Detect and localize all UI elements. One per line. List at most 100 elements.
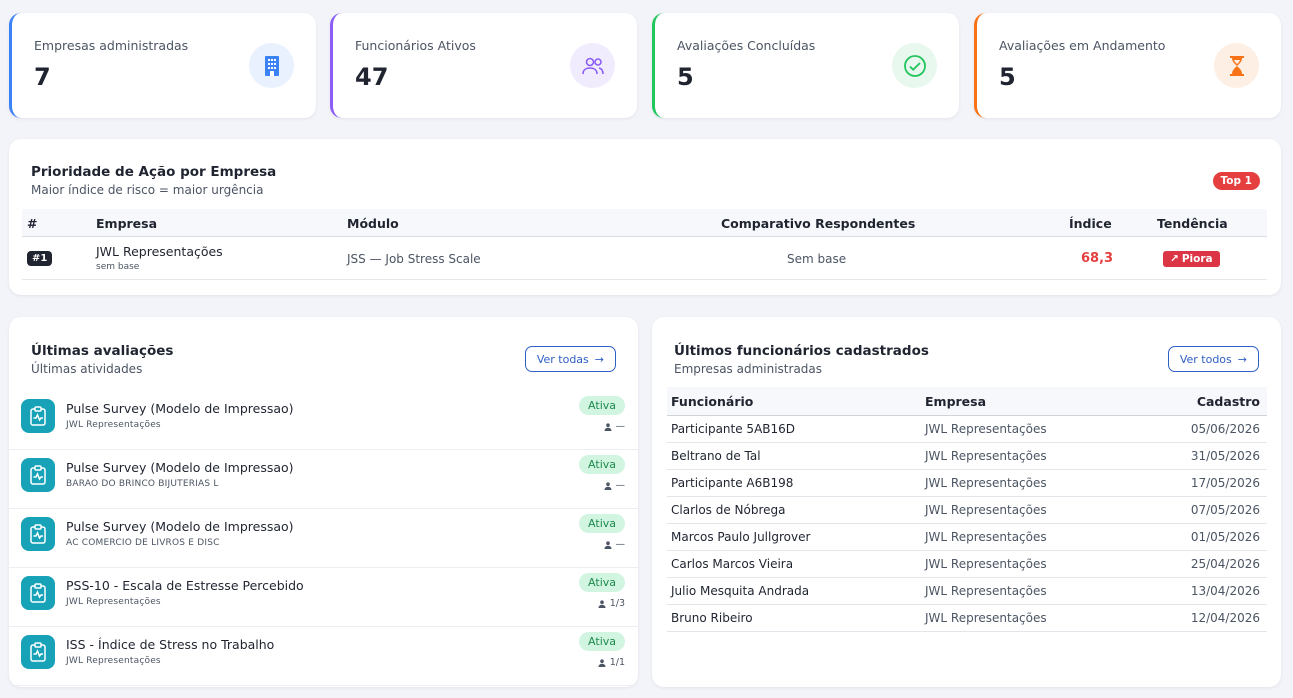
header-comparativo[interactable]: Comparativo Respondentes [721,216,915,231]
evaluation-company: JWL Representações [66,597,161,607]
employee-date: 12/04/2026 [1190,611,1260,625]
evaluation-title: PSS-10 - Escala de Estresse Percebido [66,578,304,593]
arrow-right-icon: → [1237,352,1247,366]
respondent-count: 1/3 [598,598,625,609]
employee-company: JWL Representações [925,449,1047,463]
stat-value: 47 [355,63,389,91]
clipboard-pulse-icon [21,517,55,551]
employee-name: Marcos Paulo Jullgrover [671,530,811,544]
arrow-right-icon: → [594,352,604,366]
card-header: Últimos funcionários cadastrados Empresa… [674,343,929,376]
clipboard-pulse-icon [21,399,55,433]
evaluation-title: Pulse Survey (Modelo de Impressao) [66,401,294,416]
evaluation-company: JWL Representações [66,656,161,666]
evaluation-title: Pulse Survey (Modelo de Impressao) [66,460,294,475]
respondent-count: — [604,421,625,432]
status-badge: Ativa [579,514,625,533]
count-value: — [615,539,626,550]
company-name: JWL Representações [96,244,223,259]
priority-table: # Empresa Módulo Comparativo Respondente… [22,209,1267,280]
employee-name: Bruno Ribeiro [671,611,753,625]
count-value: 1/3 [609,598,625,609]
evaluation-title: ISS - Índice de Stress no Trabalho [66,637,275,652]
evaluation-company: BARAO DO BRINCO BIJUTERIAS L [66,479,219,489]
employee-date: 31/05/2026 [1190,449,1260,463]
card-header: Últimas avaliações Últimas atividades [31,343,173,376]
hourglass-icon [1214,43,1259,88]
table-header: Funcionário Empresa Cadastro [667,387,1267,416]
stat-card-andamento: Avaliações em Andamento 5 [974,13,1281,118]
stat-label: Avaliações em Andamento [999,38,1166,53]
clipboard-pulse-icon [21,635,55,669]
clipboard-pulse-icon [21,458,55,492]
list-item[interactable]: PSS-10 - Escala de Estresse Percebido JWL… [9,568,638,627]
person-icon [604,422,611,431]
comparative: Sem base [787,252,847,266]
header-empresa[interactable]: Empresa [96,216,157,231]
respondent-count: — [604,480,626,491]
table-row[interactable]: Marcos Paulo Jullgrover JWL Representaçõe… [667,524,1267,551]
stat-value: 7 [34,63,51,91]
count-value: — [615,480,626,491]
last-employees-card: Últimos funcionários cadastrados Empresa… [652,317,1281,687]
employee-company: JWL Representações [925,530,1047,544]
header-funcionario[interactable]: Funcionário [671,394,753,409]
table-row[interactable]: Bruno Ribeiro JWL Representações 12/04/202… [667,605,1267,632]
header-modulo[interactable]: Módulo [347,216,399,231]
table-row[interactable]: Carlos Marcos Vieira JWL Representações 25… [667,551,1267,578]
employee-date: 07/05/2026 [1190,503,1260,517]
risk-index: 68,3 [1081,251,1114,266]
clipboard-pulse-icon [21,576,55,610]
list-item[interactable]: Pulse Survey (Modelo de Impressao) AC COM… [9,509,638,568]
priority-card: Prioridade de Ação por Empresa Maior índ… [9,139,1281,295]
header-tendencia[interactable]: Tendência [1157,216,1228,231]
stat-label: Funcionários Ativos [355,38,476,53]
view-all-employees-button[interactable]: Ver todos → [1167,346,1259,372]
employee-company: JWL Representações [925,584,1047,598]
top-badge: Top 1 [1212,172,1260,190]
employees-rows: Participante 5AB16D JWL Representações 05/… [667,416,1267,632]
header-indice[interactable]: Índice [1069,216,1112,231]
table-row[interactable]: Participante 5AB16D JWL Representações 05/… [667,416,1267,443]
card-subtitle: Empresas administradas [674,362,823,376]
person-icon [598,599,606,608]
status-badge: Ativa [579,632,625,651]
person-icon [604,540,611,549]
users-icon [570,43,615,88]
list-item[interactable]: Pulse Survey (Modelo de Impressao) JWL Re… [9,391,638,450]
employee-name: Beltrano de Tal [671,449,761,463]
stat-value: 5 [999,63,1016,91]
table-row[interactable]: Clarlos de Nóbrega JWL Representações 07/0… [667,497,1267,524]
person-icon [604,481,611,490]
table-row[interactable]: #1 JWL Representações sem base JSS — Job… [22,237,1267,280]
view-all-evaluations-button[interactable]: Ver todas → [524,346,616,372]
stat-card-funcionarios: Funcionários Ativos 47 [330,13,637,118]
employees-table: Funcionário Empresa Cadastro Participant… [667,387,1267,632]
module-name: JSS — Job Stress Scale [347,252,481,266]
table-header: # Empresa Módulo Comparativo Respondente… [22,209,1267,237]
list-item[interactable]: Pulse Survey (Modelo de Impressao) BARAO … [9,450,638,509]
respondent-count: 1/1 [598,657,625,668]
employee-date: 25/04/2026 [1190,557,1260,571]
status-badge: Ativa [579,396,625,415]
employee-company: JWL Representações [925,557,1047,571]
employee-name: Julio Mesquita Andrada [671,584,810,598]
trend-up-icon: ↗ [1170,253,1179,265]
evaluation-company: JWL Representações [66,420,161,430]
card-title: Prioridade de Ação por Empresa [31,164,277,180]
header-empresa[interactable]: Empresa [925,394,986,409]
table-row[interactable]: Beltrano de Tal JWL Representações 31/05/2… [667,443,1267,470]
list-item[interactable]: ISS - Índice de Stress no Trabalho JWL Re… [9,627,638,686]
card-subtitle: Maior índice de risco = maior urgência [31,183,264,197]
table-row[interactable]: Participante A6B198 JWL Representações 17/… [667,470,1267,497]
employee-company: JWL Representações [925,611,1047,625]
priority-header: Prioridade de Ação por Empresa Maior índ… [31,164,276,197]
employee-date: 17/05/2026 [1190,476,1260,490]
table-row[interactable]: Julio Mesquita Andrada JWL Representações… [667,578,1267,605]
evaluations-list: Pulse Survey (Modelo de Impressao) JWL Re… [9,391,638,686]
person-icon [598,658,606,667]
employee-date: 01/05/2026 [1190,530,1260,544]
employee-company: JWL Representações [925,503,1047,517]
respondent-count: — [604,539,626,550]
header-cadastro[interactable]: Cadastro [1197,394,1260,409]
